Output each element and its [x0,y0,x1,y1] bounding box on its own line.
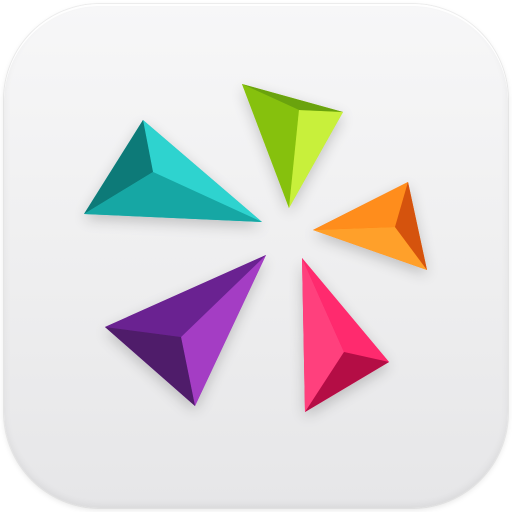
teal-triangle [84,120,262,222]
lime-triangle [242,84,343,208]
pink-triangle [302,258,389,412]
screen [0,0,512,512]
orange-triangle [313,182,427,270]
purple-triangle [105,255,266,406]
pinwheel-triangles-logo [84,84,427,412]
orange-triangle-face-c [313,182,408,230]
